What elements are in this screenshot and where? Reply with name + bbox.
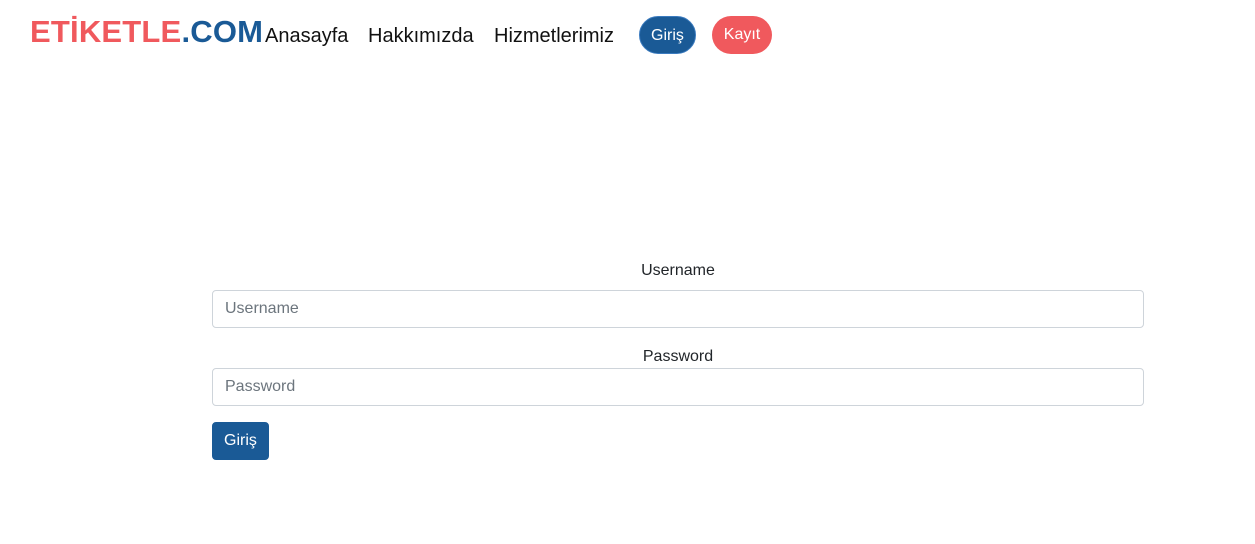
brand-name-part1: ETİKETLE bbox=[30, 14, 182, 49]
login-submit-button[interactable]: Giriş bbox=[212, 422, 269, 460]
nav-register-button[interactable]: Kayıt bbox=[712, 16, 772, 54]
brand-logo-link[interactable]: ETİKETLE.COM bbox=[30, 14, 263, 50]
password-input[interactable] bbox=[212, 368, 1144, 406]
password-label: Password bbox=[642, 348, 714, 365]
username-label: Username bbox=[641, 262, 715, 279]
nav-link-services[interactable]: Hizmetlerimiz bbox=[494, 24, 614, 48]
nav-link-about[interactable]: Hakkımızda bbox=[368, 24, 474, 48]
nav-login-button[interactable]: Giriş bbox=[639, 16, 696, 54]
brand-name-part2: .COM bbox=[181, 14, 264, 49]
nav-link-home[interactable]: Anasayfa bbox=[265, 24, 348, 48]
username-input[interactable] bbox=[212, 290, 1144, 328]
navbar: ETİKETLE.COM Anasayfa Hakkımızda Hizmetl… bbox=[0, 0, 1255, 70]
